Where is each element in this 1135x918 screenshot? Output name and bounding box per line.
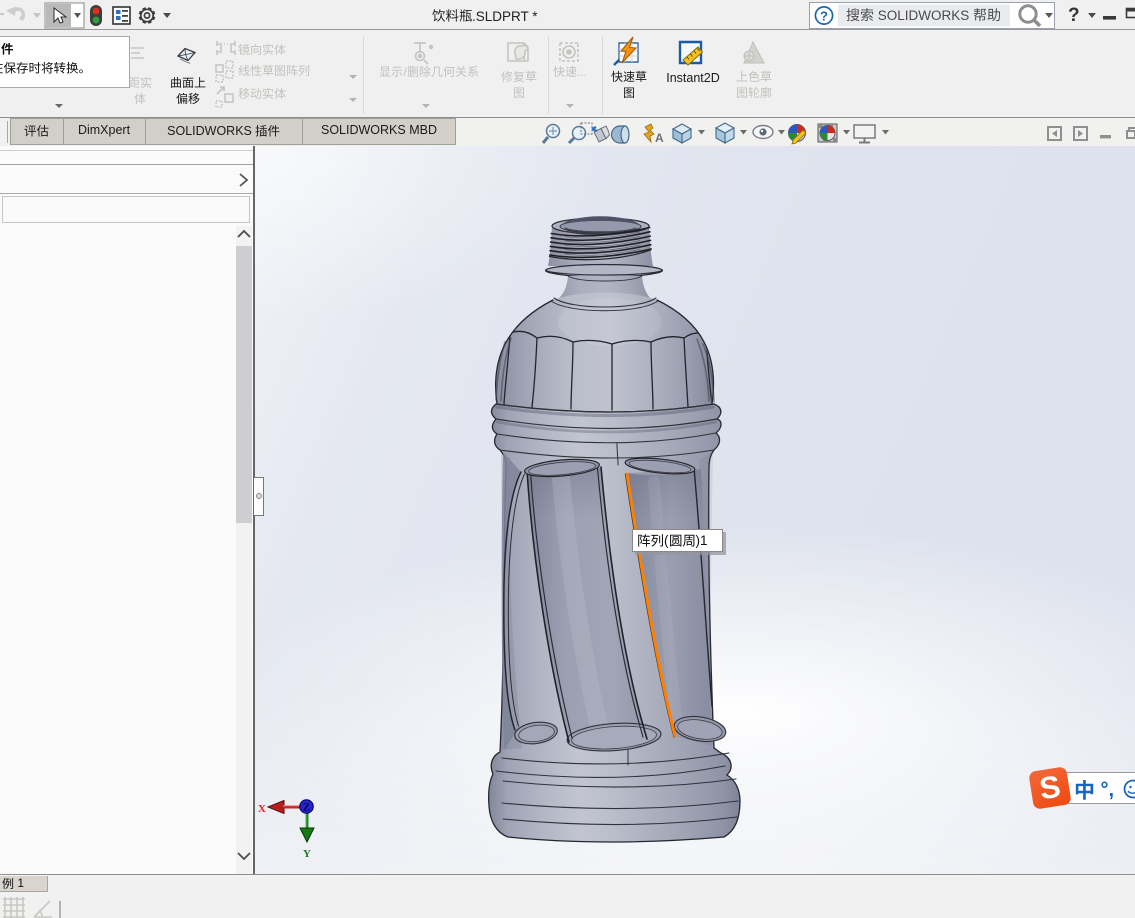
svg-text:X: X	[258, 803, 266, 815]
svg-text:A: A	[655, 131, 664, 145]
svg-text:?: ?	[820, 8, 828, 23]
svg-text:Y: Y	[303, 848, 311, 860]
svg-text:?: ?	[1068, 5, 1080, 26]
svg-text:Z: Z	[303, 803, 310, 814]
